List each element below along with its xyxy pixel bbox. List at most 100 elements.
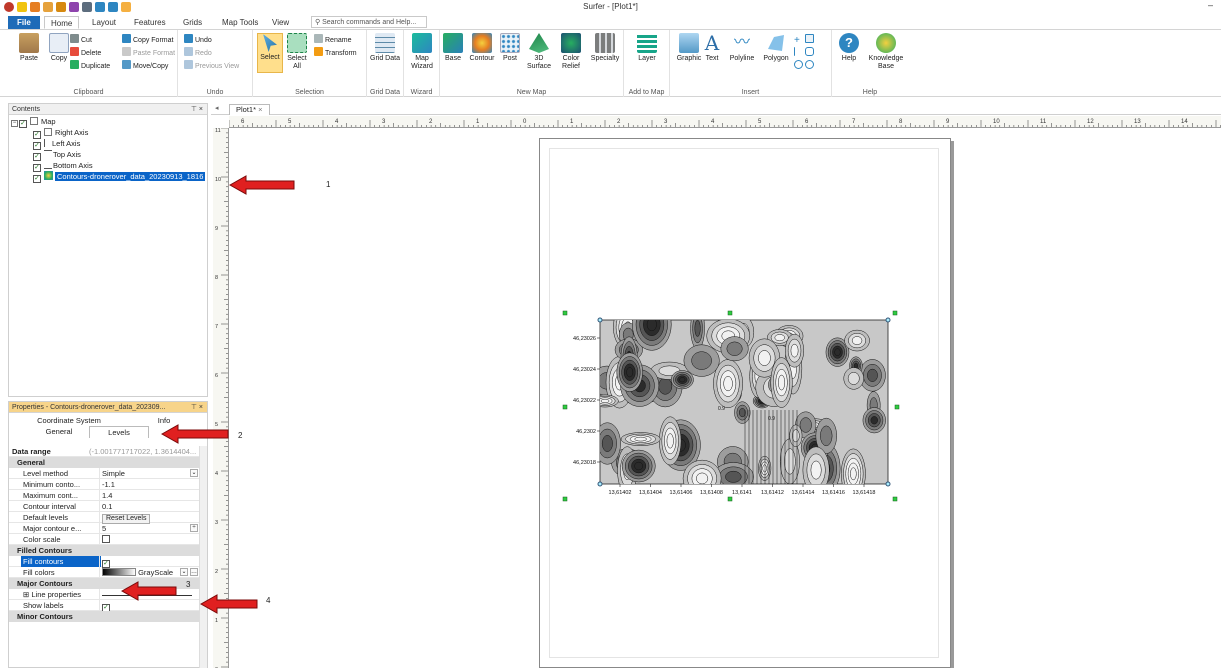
knowledge-base-button[interactable]: Knowledge Base: [866, 33, 906, 71]
ruler-label: 1: [476, 119, 480, 125]
ruler-label: 11: [215, 128, 221, 134]
grid-data-button[interactable]: Grid Data: [368, 33, 402, 63]
tab-levels[interactable]: Levels: [89, 426, 149, 438]
tab-layout[interactable]: Layout: [86, 16, 122, 29]
level-method-select[interactable]: Simple: [99, 468, 197, 479]
contour-fill: [738, 408, 746, 418]
tab-home[interactable]: Home: [44, 16, 80, 29]
symbol-button[interactable]: +: [794, 34, 816, 46]
spinner-icon[interactable]: ÷: [190, 524, 198, 532]
grid-icon: [375, 33, 395, 53]
undo-button[interactable]: Undo: [184, 34, 212, 45]
transform-button[interactable]: Transform: [314, 47, 357, 58]
window-title: Surfer - [Plot1*]: [583, 2, 638, 11]
minor-contours-section-header[interactable]: Minor Contours: [9, 611, 199, 622]
contents-pin-close[interactable]: ⊤ ×: [191, 104, 203, 115]
minimum-contour-field[interactable]: -1.1: [99, 479, 197, 490]
tab-view[interactable]: View: [266, 16, 295, 29]
specialty-map-icon: [595, 33, 615, 53]
map-type-icon: [30, 117, 38, 125]
3d-surface-button[interactable]: 3D Surface: [524, 33, 554, 71]
contour-fill: [834, 348, 841, 356]
paste-icon: [19, 33, 39, 53]
maximum-contour-field[interactable]: 1.4: [99, 490, 197, 501]
previous-view-button[interactable]: Previous View: [184, 60, 239, 71]
redo-button[interactable]: Redo: [184, 47, 212, 58]
post-map-button[interactable]: Post: [497, 33, 523, 63]
contour-map-button[interactable]: Contour: [466, 33, 498, 63]
general-section-header[interactable]: General: [9, 457, 199, 468]
filled-contours-section-header[interactable]: Filled Contours: [9, 545, 199, 556]
minimum-contour-row[interactable]: Minimum conto... -1.1: [9, 479, 199, 490]
tab-features[interactable]: Features: [128, 16, 172, 29]
chevron-down-icon[interactable]: ⌄: [190, 469, 198, 477]
horizontal-ruler-ticks: 6 5 4 3 2 1 0 1 2 3 4 5 6 7 8 9 10 11 12 13 14: [229, 119, 1221, 127]
polygon-button[interactable]: Polygon: [760, 33, 792, 63]
y-axis-labels: 46,23026 46,23024 46,23022 46,2302 46,23018: [573, 336, 600, 466]
select-button[interactable]: Select: [257, 33, 283, 73]
contour-interval-field[interactable]: 0.1: [99, 501, 197, 512]
search-input[interactable]: ⚲ Search commands and Help...: [311, 16, 427, 28]
layer-button[interactable]: Layer: [630, 33, 664, 63]
duplicate-button[interactable]: Duplicate: [70, 60, 110, 71]
tree-item-left-axis[interactable]: Left Axis: [33, 138, 80, 150]
knowledge-base-icon: [876, 33, 896, 53]
delete-button[interactable]: Delete: [70, 47, 101, 58]
collapse-icon[interactable]: −: [11, 120, 18, 127]
ruler-label: 8: [215, 275, 218, 281]
contour-map[interactable]: 46,2302646,2302446,2302246,230246,23018 …: [560, 310, 910, 510]
contours-checkbox[interactable]: [33, 175, 41, 183]
move-copy-button[interactable]: Move/Copy: [122, 60, 168, 71]
contour-fill: [850, 467, 857, 481]
close-icon[interactable]: ×: [258, 105, 262, 114]
tab-grids[interactable]: Grids: [177, 16, 208, 29]
color-relief-button[interactable]: Color Relief: [556, 33, 586, 71]
ellipse-button[interactable]: [794, 60, 816, 71]
minimize-button[interactable]: –: [1208, 0, 1213, 10]
scissors-icon: [70, 34, 79, 43]
base-map-button[interactable]: Base: [438, 33, 468, 63]
delete-icon: [70, 47, 79, 56]
color-scale-checkbox[interactable]: [102, 535, 110, 543]
paste-format-button[interactable]: Paste Format: [122, 47, 175, 58]
polyline-button[interactable]: 〰 Polyline: [725, 33, 759, 63]
cut-button[interactable]: Cut: [70, 34, 92, 45]
axis-icon: [44, 139, 50, 147]
major-contour-every-row[interactable]: Major contour e... 5 ÷: [9, 523, 199, 534]
tab-general[interactable]: General: [29, 426, 89, 437]
tab-scroll-left-icon[interactable]: ◂: [215, 104, 219, 112]
copy-format-button[interactable]: Copy Format: [122, 34, 173, 45]
tab-plot1[interactable]: Plot1* ×: [229, 104, 270, 115]
fill-colors-edit-button[interactable]: …: [190, 568, 198, 576]
map-wizard-button[interactable]: Map Wizard: [405, 33, 439, 71]
maximum-contour-row[interactable]: Maximum cont... 1.4: [9, 490, 199, 501]
level-method-row[interactable]: Level method Simple ⌄: [9, 468, 199, 479]
paste-button[interactable]: Paste: [12, 33, 46, 63]
tree-item-right-axis[interactable]: Right Axis: [33, 127, 88, 139]
select-all-button[interactable]: Select All: [283, 33, 311, 71]
major-contour-every-field[interactable]: 5: [99, 523, 197, 534]
contour-fill: [774, 334, 785, 342]
properties-pin-close[interactable]: ⊤ ×: [191, 402, 203, 413]
group-new-map: Base Contour Post 3D Surface Color Relie…: [440, 30, 624, 97]
rename-button[interactable]: Rename: [314, 34, 351, 45]
text-icon: A: [704, 31, 720, 55]
tree-item-top-axis[interactable]: Top Axis: [33, 149, 81, 161]
contour-interval-row[interactable]: Contour interval 0.1: [9, 501, 199, 512]
tree-item-bottom-axis[interactable]: Bottom Axis: [33, 160, 93, 172]
annotation-arrow-4: [199, 594, 258, 614]
tree-item-contours-layer[interactable]: Contours-dronerover_data_20230913_1816: [33, 171, 206, 183]
contour-fill: [799, 417, 812, 433]
x-tick-label: 13,61412: [761, 490, 784, 496]
help-button[interactable]: ? Help: [832, 33, 866, 63]
chevron-down-icon[interactable]: ⌄: [180, 568, 188, 576]
spline-button[interactable]: [794, 47, 816, 58]
properties-scrollbar[interactable]: [199, 446, 207, 668]
map-checkbox[interactable]: [19, 120, 27, 128]
tree-item-map[interactable]: −Map: [11, 116, 56, 128]
tab-file[interactable]: File: [8, 16, 40, 29]
tab-coordinate-system[interactable]: Coordinate System: [29, 415, 109, 426]
text-button[interactable]: A Text: [700, 33, 724, 63]
specialty-map-button[interactable]: Specialty: [588, 33, 622, 63]
tab-map-tools[interactable]: Map Tools: [216, 16, 264, 29]
